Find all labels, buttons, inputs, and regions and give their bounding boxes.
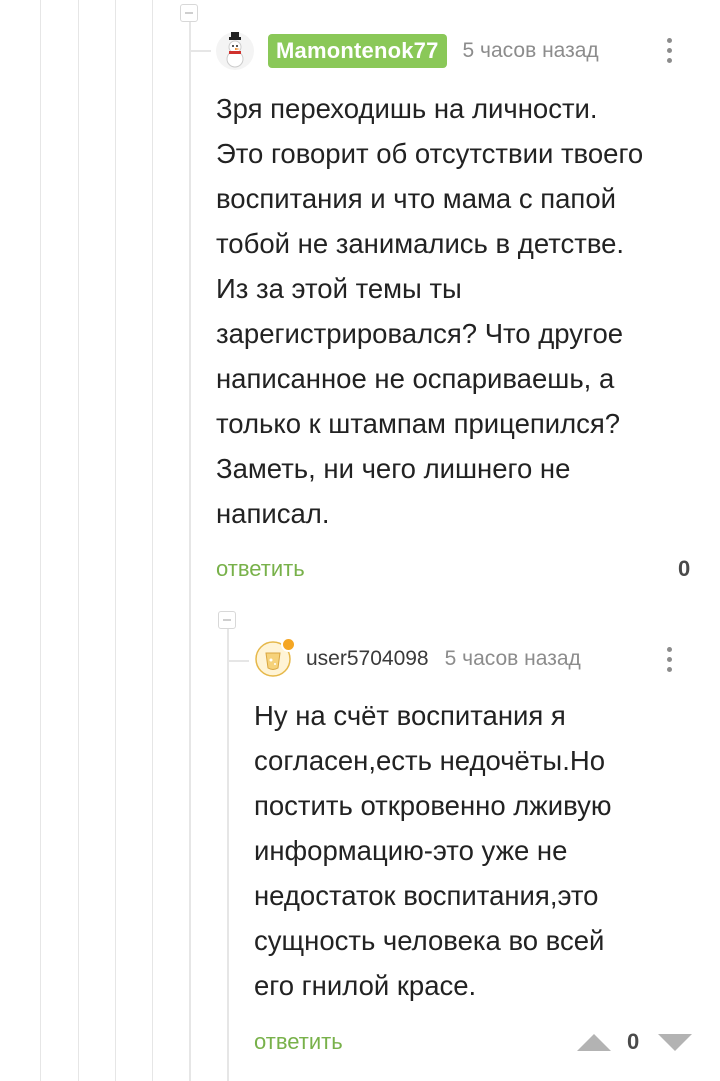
more-options-icon[interactable]: [659, 647, 679, 672]
rating-score: 0: [678, 556, 691, 581]
comment-time: 5 часов назад: [444, 647, 581, 670]
thread-connector: [189, 50, 211, 52]
username-link[interactable]: Mamontenok77: [268, 34, 447, 68]
thread-line: [189, 20, 191, 1081]
upvote-icon[interactable]: [577, 1034, 611, 1051]
thread-line: [152, 0, 153, 1081]
collapse-thread-button[interactable]: [180, 4, 198, 22]
username-link[interactable]: user5704098: [306, 647, 429, 671]
downvote-icon[interactable]: [658, 1034, 692, 1051]
more-options-icon[interactable]: [659, 38, 679, 63]
reply-button[interactable]: ответить: [216, 556, 305, 582]
comment-time: 5 часов назад: [462, 39, 599, 62]
glass-avatar-icon[interactable]: [254, 637, 296, 678]
thread-line: [78, 0, 79, 1081]
reply-button[interactable]: ответить: [254, 1029, 343, 1055]
thread-line: [115, 0, 116, 1081]
comment-text: Ну на счёт воспитания я согласен,есть не…: [254, 700, 612, 1001]
thread-connector: [227, 660, 249, 662]
rating-score: 0: [627, 1029, 640, 1054]
online-indicator: [281, 637, 296, 652]
snowman-icon[interactable]: [216, 32, 254, 70]
thread-line: [40, 0, 41, 1081]
thread-line: [227, 628, 229, 1081]
comment-text: Зря переходишь на личности. Это говорит …: [216, 93, 644, 529]
collapse-thread-button[interactable]: [218, 611, 236, 629]
